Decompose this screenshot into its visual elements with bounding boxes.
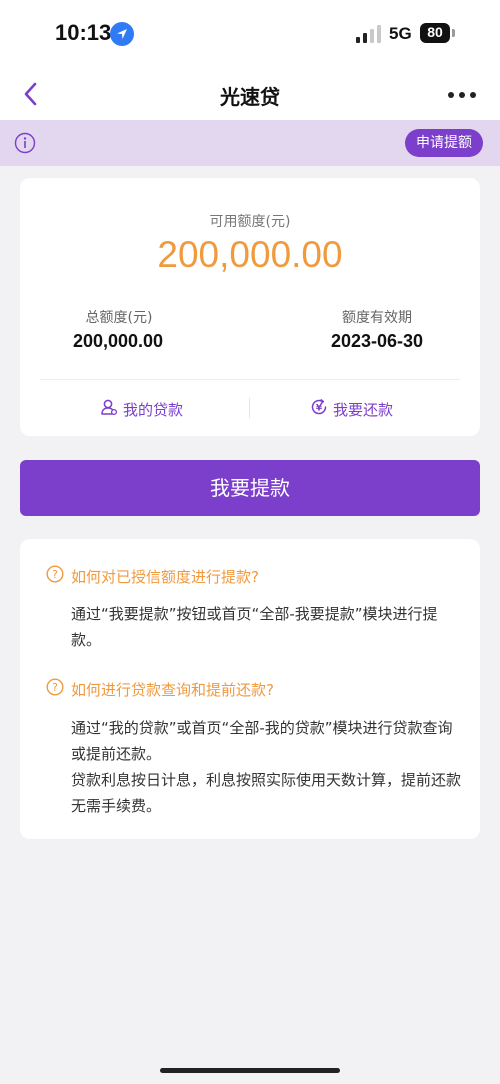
my-loans-label: 我的贷款 bbox=[123, 400, 184, 419]
faq-card: ? 如何对已授信额度进行提款? 通过“我要提款”按钮或首页“全部-我要提款”模块… bbox=[20, 539, 480, 839]
nav-bar: 光速贷 bbox=[0, 66, 500, 120]
repay-link[interactable]: ¥ 我要还款 bbox=[310, 397, 393, 421]
user-icon bbox=[100, 398, 118, 420]
svg-text:?: ? bbox=[52, 681, 58, 694]
battery-level: 80 bbox=[427, 24, 443, 40]
yuan-refresh-icon: ¥ bbox=[310, 398, 328, 420]
location-arrow-icon bbox=[110, 22, 134, 46]
app-screen: 10:13 5G 80 光速贷 申请提额 可用额度(元) 200,000.00 … bbox=[0, 0, 500, 1084]
network-type: 5G bbox=[389, 24, 412, 43]
svg-text:¥: ¥ bbox=[316, 404, 323, 414]
limit-expiry-label: 额度有效期 bbox=[342, 310, 412, 326]
faq-question-text: 如何进行贷款查询和提前还款? bbox=[71, 680, 274, 699]
total-limit-value: 200,000.00 bbox=[72, 331, 164, 351]
question-icon: ? bbox=[46, 565, 64, 587]
battery-tip bbox=[452, 29, 455, 37]
divider-vertical bbox=[249, 398, 250, 418]
faq-question: ? 如何对已授信额度进行提款? bbox=[46, 564, 259, 588]
repay-label: 我要还款 bbox=[333, 400, 394, 419]
page-title: 光速贷 bbox=[220, 85, 280, 109]
available-limit-value: 200,000.00 bbox=[157, 234, 343, 275]
faq-answer: 通过“我的贷款”或首页“全部-我的贷款”模块进行贷款查询或提前还款。 贷款利息按… bbox=[71, 719, 462, 815]
faq-question: ? 如何进行贷款查询和提前还款? bbox=[46, 677, 274, 701]
notice-bar: 申请提额 bbox=[0, 120, 500, 166]
battery-icon: 80 bbox=[420, 23, 450, 43]
status-bar: 10:13 5G 80 bbox=[0, 0, 500, 66]
divider bbox=[40, 379, 460, 380]
quota-card: 可用额度(元) 200,000.00 总额度(元) 200,000.00 额度有… bbox=[20, 178, 480, 436]
withdraw-button[interactable]: 我要提款 bbox=[20, 460, 480, 516]
question-icon: ? bbox=[46, 678, 64, 700]
info-icon[interactable] bbox=[14, 132, 36, 154]
apply-limit-increase-button[interactable]: 申请提额 bbox=[405, 129, 483, 157]
more-horizontal-icon[interactable] bbox=[444, 80, 480, 108]
cell-signal-icon bbox=[356, 25, 382, 43]
available-limit-label: 可用额度(元) bbox=[209, 214, 291, 230]
total-limit-label: 总额度(元) bbox=[85, 310, 153, 326]
status-time: 10:13 bbox=[55, 20, 112, 45]
svg-text:?: ? bbox=[52, 568, 58, 581]
faq-question-text: 如何对已授信额度进行提款? bbox=[71, 567, 259, 586]
my-loans-link[interactable]: 我的贷款 bbox=[100, 397, 183, 421]
faq-answer: 通过“我要提款”按钮或首页“全部-我要提款”模块进行提款。 bbox=[71, 605, 438, 649]
home-indicator[interactable] bbox=[160, 1068, 340, 1073]
limit-expiry-value: 2023-06-30 bbox=[330, 331, 424, 351]
